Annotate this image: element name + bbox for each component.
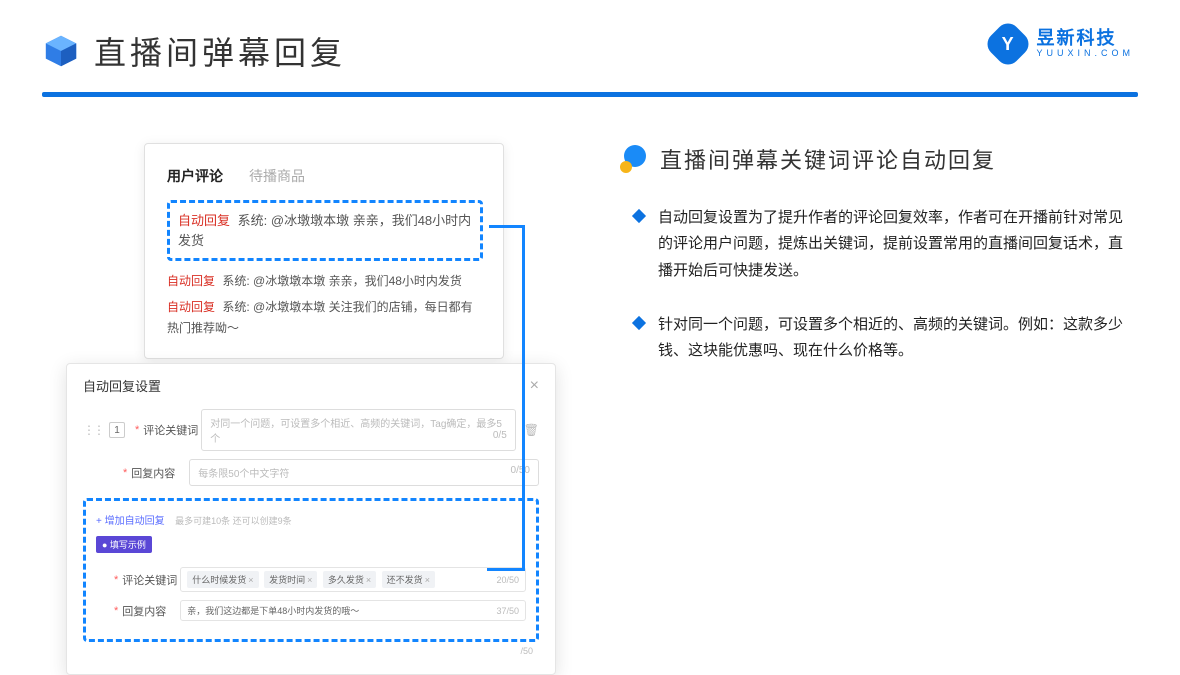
delete-icon[interactable]: 🗑 xyxy=(524,423,539,437)
connector-line xyxy=(489,225,525,228)
content-input[interactable]: 每条限50个中文字符 0/50 xyxy=(189,459,539,486)
close-icon[interactable]: × xyxy=(530,377,539,395)
comment-row: 自动回复 系统: @冰墩墩本墩 亲亲，我们48小时内发货 xyxy=(167,271,483,293)
settings-title: 自动回复设置 xyxy=(83,376,161,395)
keyword-label: 评论关键词 xyxy=(143,422,201,438)
diamond-icon xyxy=(632,209,646,223)
screenshot-mock: 用户评论 待播商品 自动回复 系统: @冰墩墩本墩 亲亲，我们48小时内发货 自… xyxy=(66,143,556,359)
comment-panel: 用户评论 待播商品 自动回复 系统: @冰墩墩本墩 亲亲，我们48小时内发货 自… xyxy=(144,143,504,359)
required-icon: * xyxy=(135,424,139,436)
bullet-item: 针对同一个问题，可设置多个相近的、高频的关键词。例如：这款多少钱、这块能优惠吗、… xyxy=(634,312,1130,365)
required-icon: * xyxy=(123,467,127,479)
auto-reply-settings: 自动回复设置 × ⋮⋮ 1 * 评论关键词 对同一个问题，可设置多个相近、高频的… xyxy=(66,363,556,675)
brand-logo: Y 昱新科技 YUUXIN.COM xyxy=(990,26,1134,62)
brand-name: 昱新科技 xyxy=(1036,29,1134,49)
tag: 多久发货× xyxy=(323,571,376,588)
brand-mark-icon: Y xyxy=(983,19,1034,70)
bubble-icon xyxy=(620,145,648,173)
section-title: 直播间弹幕关键词评论自动回复 xyxy=(660,143,996,175)
page-title: 直播间弹幕回复 xyxy=(94,28,346,74)
comment-row: 自动回复 系统: @冰墩墩本墩 关注我们的店铺，每日都有热门推荐呦～ xyxy=(167,297,483,340)
highlighted-comment: 自动回复 系统: @冰墩墩本墩 亲亲，我们48小时内发货 xyxy=(167,200,483,261)
add-hint: 最多可建10条 还可以创建9条 xyxy=(175,516,292,526)
example-block: + 增加自动回复 最多可建10条 还可以创建9条 ● 填写示例 * 评论关键词 … xyxy=(83,498,539,642)
tab-products[interactable]: 待播商品 xyxy=(249,166,305,186)
row-index: 1 xyxy=(109,422,125,438)
example-content-input[interactable]: 亲，我们这边都是下单48小时内发货的哦～ 37/50 xyxy=(180,600,526,621)
tag: 什么时候发货× xyxy=(187,571,258,588)
bullet-item: 自动回复设置为了提升作者的评论回复效率，作者可在开播前针对常见的评论用户问题，提… xyxy=(634,205,1130,284)
tab-comments[interactable]: 用户评论 xyxy=(167,166,223,186)
trailing-count: /50 xyxy=(83,646,539,656)
drag-handle-icon[interactable]: ⋮⋮ xyxy=(83,423,103,437)
content-label: 回复内容 xyxy=(131,465,189,481)
connector-line xyxy=(522,225,525,571)
auto-reply-label: 自动回复 xyxy=(178,213,230,228)
example-keyword-input[interactable]: 什么时候发货× 发货时间× 多久发货× 还不发货× 20/50 xyxy=(180,567,526,592)
connector-line xyxy=(487,568,525,571)
keyword-input[interactable]: 对同一个问题，可设置多个相近、高频的关键词，Tag确定，最多5个 0/5 xyxy=(201,409,515,451)
description-column: 直播间弹幕关键词评论自动回复 自动回复设置为了提升作者的评论回复效率，作者可在开… xyxy=(556,143,1130,392)
cube-icon xyxy=(42,32,80,70)
example-badge: ● 填写示例 xyxy=(96,536,152,553)
tag: 还不发货× xyxy=(382,571,435,588)
add-auto-reply-link[interactable]: + 增加自动回复 xyxy=(96,512,165,527)
brand-subtitle: YUUXIN.COM xyxy=(1036,49,1134,59)
diamond-icon xyxy=(632,316,646,330)
tag: 发货时间× xyxy=(264,571,317,588)
